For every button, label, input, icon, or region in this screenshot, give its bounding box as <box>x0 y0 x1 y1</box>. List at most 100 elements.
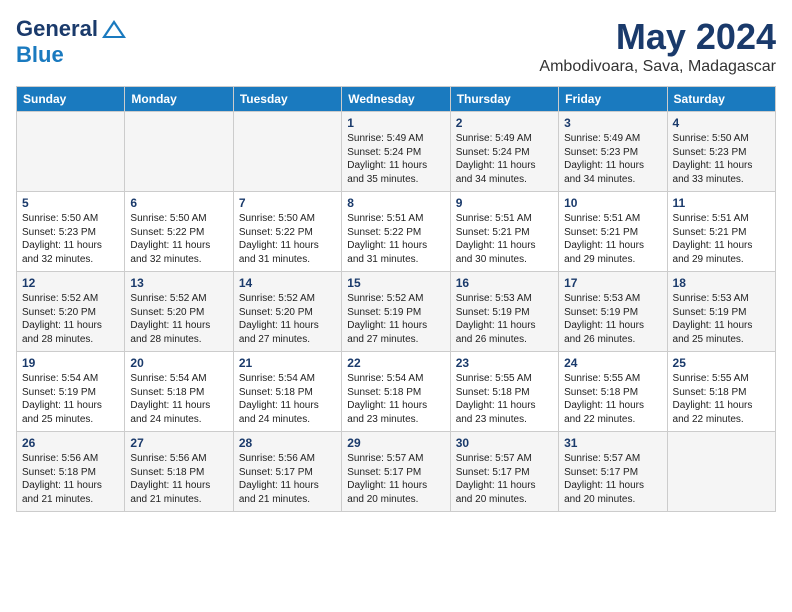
day-number: 31 <box>564 436 661 450</box>
calendar-cell: 27 Sunrise: 5:56 AMSunset: 5:18 PMDayligh… <box>125 432 233 512</box>
day-number: 1 <box>347 116 444 130</box>
day-number: 2 <box>456 116 553 130</box>
day-number: 17 <box>564 276 661 290</box>
day-number: 8 <box>347 196 444 210</box>
calendar-cell: 7 Sunrise: 5:50 AMSunset: 5:22 PMDaylight… <box>233 192 341 272</box>
calendar-cell: 9 Sunrise: 5:51 AMSunset: 5:21 PMDaylight… <box>450 192 558 272</box>
day-number: 21 <box>239 356 336 370</box>
day-info: Sunrise: 5:57 AMSunset: 5:17 PMDaylight:… <box>564 452 661 506</box>
calendar-week-row: 19 Sunrise: 5:54 AMSunset: 5:19 PMDayligh… <box>17 352 776 432</box>
day-number: 18 <box>673 276 770 290</box>
day-info: Sunrise: 5:55 AMSunset: 5:18 PMDaylight:… <box>673 372 770 426</box>
day-info: Sunrise: 5:50 AMSunset: 5:22 PMDaylight:… <box>239 212 336 266</box>
calendar-cell: 17 Sunrise: 5:53 AMSunset: 5:19 PMDayligh… <box>559 272 667 352</box>
calendar-cell: 29 Sunrise: 5:57 AMSunset: 5:17 PMDayligh… <box>342 432 450 512</box>
day-number: 16 <box>456 276 553 290</box>
day-number: 6 <box>130 196 227 210</box>
day-info: Sunrise: 5:51 AMSunset: 5:21 PMDaylight:… <box>456 212 553 266</box>
day-number: 5 <box>22 196 119 210</box>
day-info: Sunrise: 5:57 AMSunset: 5:17 PMDaylight:… <box>347 452 444 506</box>
day-number: 26 <box>22 436 119 450</box>
calendar-cell: 23 Sunrise: 5:55 AMSunset: 5:18 PMDayligh… <box>450 352 558 432</box>
day-info: Sunrise: 5:54 AMSunset: 5:18 PMDaylight:… <box>347 372 444 426</box>
day-of-week-header: Sunday <box>17 87 125 112</box>
calendar-table: SundayMondayTuesdayWednesdayThursdayFrid… <box>16 86 776 512</box>
day-info: Sunrise: 5:49 AMSunset: 5:23 PMDaylight:… <box>564 132 661 186</box>
day-info: Sunrise: 5:54 AMSunset: 5:19 PMDaylight:… <box>22 372 119 426</box>
day-info: Sunrise: 5:52 AMSunset: 5:19 PMDaylight:… <box>347 292 444 346</box>
day-number: 10 <box>564 196 661 210</box>
day-of-week-header: Saturday <box>667 87 775 112</box>
day-info: Sunrise: 5:50 AMSunset: 5:23 PMDaylight:… <box>673 132 770 186</box>
day-number: 9 <box>456 196 553 210</box>
day-info: Sunrise: 5:49 AMSunset: 5:24 PMDaylight:… <box>456 132 553 186</box>
calendar-cell: 12 Sunrise: 5:52 AMSunset: 5:20 PMDayligh… <box>17 272 125 352</box>
day-number: 11 <box>673 196 770 210</box>
day-info: Sunrise: 5:52 AMSunset: 5:20 PMDaylight:… <box>22 292 119 346</box>
title-area: May 2024 Ambodivoara, Sava, Madagascar <box>539 16 776 76</box>
day-of-week-header: Wednesday <box>342 87 450 112</box>
day-info: Sunrise: 5:53 AMSunset: 5:19 PMDaylight:… <box>564 292 661 346</box>
day-info: Sunrise: 5:55 AMSunset: 5:18 PMDaylight:… <box>456 372 553 426</box>
calendar-cell: 21Sunrise: 5:54 AMSunset: 5:18 PMDayligh… <box>233 352 341 432</box>
day-number: 12 <box>22 276 119 290</box>
calendar-cell: 14 Sunrise: 5:52 AMSunset: 5:20 PMDayligh… <box>233 272 341 352</box>
day-info: Sunrise: 5:57 AMSunset: 5:17 PMDaylight:… <box>456 452 553 506</box>
day-number: 19 <box>22 356 119 370</box>
calendar-cell: 24Sunrise: 5:55 AMSunset: 5:18 PMDayligh… <box>559 352 667 432</box>
day-number: 29 <box>347 436 444 450</box>
day-of-week-header: Tuesday <box>233 87 341 112</box>
day-info: Sunrise: 5:51 AMSunset: 5:22 PMDaylight:… <box>347 212 444 266</box>
day-of-week-header: Thursday <box>450 87 558 112</box>
calendar-cell: 22 Sunrise: 5:54 AMSunset: 5:18 PMDayligh… <box>342 352 450 432</box>
day-info: Sunrise: 5:52 AMSunset: 5:20 PMDaylight:… <box>239 292 336 346</box>
day-number: 30 <box>456 436 553 450</box>
logo-icon <box>100 18 128 40</box>
calendar-cell: 10Sunrise: 5:51 AMSunset: 5:21 PMDayligh… <box>559 192 667 272</box>
calendar-cell: 20Sunrise: 5:54 AMSunset: 5:18 PMDayligh… <box>125 352 233 432</box>
month-year: May 2024 <box>539 16 776 58</box>
day-info: Sunrise: 5:49 AMSunset: 5:24 PMDaylight:… <box>347 132 444 186</box>
day-number: 25 <box>673 356 770 370</box>
logo: General Blue <box>16 16 128 68</box>
day-info: Sunrise: 5:52 AMSunset: 5:20 PMDaylight:… <box>130 292 227 346</box>
calendar-cell: 30 Sunrise: 5:57 AMSunset: 5:17 PMDayligh… <box>450 432 558 512</box>
calendar-cell: 26 Sunrise: 5:56 AMSunset: 5:18 PMDayligh… <box>17 432 125 512</box>
day-info: Sunrise: 5:50 AMSunset: 5:22 PMDaylight:… <box>130 212 227 266</box>
day-info: Sunrise: 5:56 AMSunset: 5:18 PMDaylight:… <box>130 452 227 506</box>
day-of-week-header: Friday <box>559 87 667 112</box>
day-number: 23 <box>456 356 553 370</box>
calendar-cell <box>125 112 233 192</box>
calendar-cell: 1 Sunrise: 5:49 AMSunset: 5:24 PMDaylight… <box>342 112 450 192</box>
day-number: 28 <box>239 436 336 450</box>
calendar-cell: 13Sunrise: 5:52 AMSunset: 5:20 PMDayligh… <box>125 272 233 352</box>
calendar-cell: 28Sunrise: 5:56 AMSunset: 5:17 PMDayligh… <box>233 432 341 512</box>
calendar-cell: 31 Sunrise: 5:57 AMSunset: 5:17 PMDayligh… <box>559 432 667 512</box>
calendar-cell <box>17 112 125 192</box>
calendar-cell: 6 Sunrise: 5:50 AMSunset: 5:22 PMDaylight… <box>125 192 233 272</box>
day-info: Sunrise: 5:51 AMSunset: 5:21 PMDaylight:… <box>673 212 770 266</box>
day-number: 7 <box>239 196 336 210</box>
day-number: 14 <box>239 276 336 290</box>
day-number: 22 <box>347 356 444 370</box>
day-info: Sunrise: 5:53 AMSunset: 5:19 PMDaylight:… <box>673 292 770 346</box>
logo-blue-text: Blue <box>16 42 64 67</box>
calendar-cell <box>233 112 341 192</box>
calendar-cell: 8 Sunrise: 5:51 AMSunset: 5:22 PMDaylight… <box>342 192 450 272</box>
day-number: 24 <box>564 356 661 370</box>
day-number: 15 <box>347 276 444 290</box>
calendar-cell: 16 Sunrise: 5:53 AMSunset: 5:19 PMDayligh… <box>450 272 558 352</box>
calendar-cell: 11 Sunrise: 5:51 AMSunset: 5:21 PMDayligh… <box>667 192 775 272</box>
calendar-week-row: 26 Sunrise: 5:56 AMSunset: 5:18 PMDayligh… <box>17 432 776 512</box>
calendar-cell <box>667 432 775 512</box>
day-number: 27 <box>130 436 227 450</box>
calendar-week-row: 5Sunrise: 5:50 AMSunset: 5:23 PMDaylight… <box>17 192 776 272</box>
day-info: Sunrise: 5:53 AMSunset: 5:19 PMDaylight:… <box>456 292 553 346</box>
calendar-cell: 19 Sunrise: 5:54 AMSunset: 5:19 PMDayligh… <box>17 352 125 432</box>
day-number: 4 <box>673 116 770 130</box>
calendar-cell: 4 Sunrise: 5:50 AMSunset: 5:23 PMDaylight… <box>667 112 775 192</box>
day-info: Sunrise: 5:56 AMSunset: 5:18 PMDaylight:… <box>22 452 119 506</box>
calendar-cell: 2 Sunrise: 5:49 AMSunset: 5:24 PMDaylight… <box>450 112 558 192</box>
calendar-header-row: SundayMondayTuesdayWednesdayThursdayFrid… <box>17 87 776 112</box>
day-info: Sunrise: 5:54 AMSunset: 5:18 PMDaylight:… <box>130 372 227 426</box>
